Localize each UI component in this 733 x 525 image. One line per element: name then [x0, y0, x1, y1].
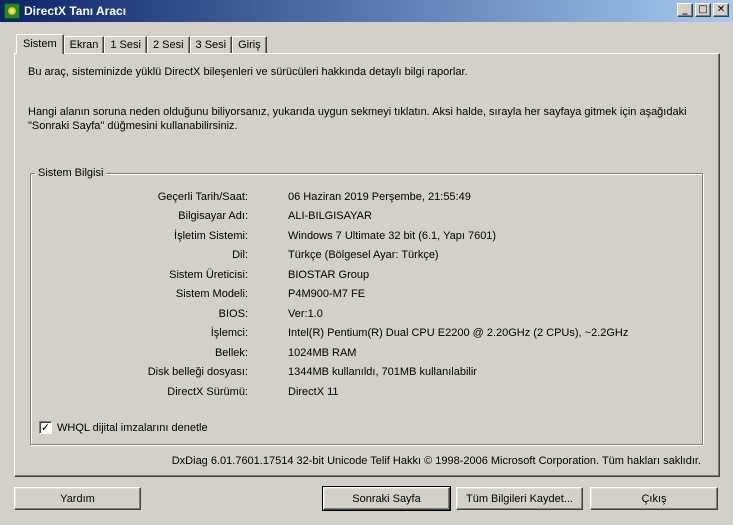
info-value: P4M900-M7 FE	[288, 288, 366, 300]
info-value: Türkçe (Bölgesel Ayar: Türkçe)	[288, 249, 439, 261]
info-row-memory: Bellek: 1024MB RAM	[30, 347, 700, 362]
info-row-model: Sistem Modeli: P4M900-M7 FE	[30, 288, 700, 303]
info-label: Geçerli Tarih/Saat:	[157, 191, 248, 203]
whql-checkbox[interactable]: ✓	[39, 421, 52, 434]
info-value: Windows 7 Ultimate 32 bit (6.1, Yapı 760…	[288, 230, 497, 242]
directx-app-icon	[4, 3, 20, 19]
system-info-legend: Sistem Bilgisi	[35, 167, 107, 179]
whql-checkbox-row[interactable]: ✓ WHQL dijital imzalarını denetle	[39, 421, 208, 434]
info-label: Bellek:	[214, 347, 248, 359]
info-row-date: Geçerli Tarih/Saat: 06 Haziran 2019 Perş…	[30, 191, 700, 206]
save-all-info-button[interactable]: Tüm Bilgileri Kaydet...	[456, 487, 583, 510]
info-row-processor: İşlemci: Intel(R) Pentium(R) Dual CPU E2…	[30, 327, 700, 342]
tab-sesi-1[interactable]: 1 Sesi	[104, 36, 147, 54]
window-title: DirectX Tanı Aracı	[24, 4, 127, 18]
info-row-page-file: Disk belleği dosyası: 1344MB kullanıldı,…	[30, 366, 700, 381]
help-button[interactable]: Yardım	[14, 487, 141, 510]
next-page-button[interactable]: Sonraki Sayfa	[322, 486, 451, 511]
tab-sesi-2[interactable]: 2 Sesi	[146, 36, 190, 54]
maximize-button[interactable]: □	[695, 3, 711, 17]
info-label: İşlemci:	[210, 327, 248, 339]
tab-giris[interactable]: Giriş	[232, 36, 267, 54]
copyright-footer: DxDiag 6.01.7601.17514 32-bit Unicode Te…	[171, 455, 701, 467]
tab-sistem[interactable]: Sistem	[16, 34, 64, 54]
exit-button[interactable]: Çıkış	[590, 487, 718, 510]
info-value: BIOSTAR Group	[288, 269, 370, 281]
info-row-language: Dil: Türkçe (Bölgesel Ayar: Türkçe)	[30, 249, 700, 264]
info-value: ALI-BILGISAYAR	[288, 210, 372, 222]
tab-strip: Sistem Ekran 1 Sesi 2 Sesi 3 Sesi Giriş	[16, 34, 267, 54]
info-label: BIOS:	[218, 308, 248, 320]
info-row-os: İşletim Sistemi: Windows 7 Ultimate 32 b…	[30, 230, 700, 245]
intro-text-1: Bu araç, sisteminizde yüklü DirectX bile…	[28, 66, 468, 78]
info-label: DirectX Sürümü:	[167, 386, 248, 398]
tab-ekran[interactable]: Ekran	[63, 36, 105, 54]
info-label: Sistem Üreticisi:	[169, 269, 248, 281]
info-label: Dil:	[232, 249, 248, 261]
info-row-bios: BIOS: Ver:1.0	[30, 308, 700, 323]
info-row-directx-version: DirectX Sürümü: DirectX 11	[30, 386, 700, 401]
info-row-manufacturer: Sistem Üreticisi: BIOSTAR Group	[30, 269, 700, 284]
info-label: Disk belleği dosyası:	[147, 366, 248, 378]
minimize-button[interactable]: _	[677, 3, 693, 17]
info-label: Sistem Modeli:	[175, 288, 248, 300]
info-label: Bilgisayar Adı:	[178, 210, 248, 222]
intro-text-2: Hangi alanın soruna neden olduğunu biliy…	[28, 106, 687, 132]
info-value: Ver:1.0	[288, 308, 323, 320]
info-value: 1024MB RAM	[288, 347, 357, 359]
info-label: İşletim Sistemi:	[174, 230, 248, 242]
info-value: 1344MB kullanıldı, 701MB kullanılabilir	[288, 366, 477, 378]
close-button[interactable]: ✕	[713, 3, 729, 17]
info-value: Intel(R) Pentium(R) Dual CPU E2200 @ 2.2…	[288, 327, 629, 339]
title-bar[interactable]: DirectX Tanı Aracı _ □ ✕	[0, 0, 733, 22]
whql-checkbox-label[interactable]: WHQL dijital imzalarını denetle	[57, 422, 208, 434]
info-value: 06 Haziran 2019 Perşembe, 21:55:49	[288, 191, 471, 203]
window-controls: _ □ ✕	[675, 3, 729, 17]
tab-sesi-3[interactable]: 3 Sesi	[189, 36, 233, 54]
info-value: DirectX 11	[288, 386, 339, 398]
info-row-computer-name: Bilgisayar Adı: ALI-BILGISAYAR	[30, 210, 700, 225]
